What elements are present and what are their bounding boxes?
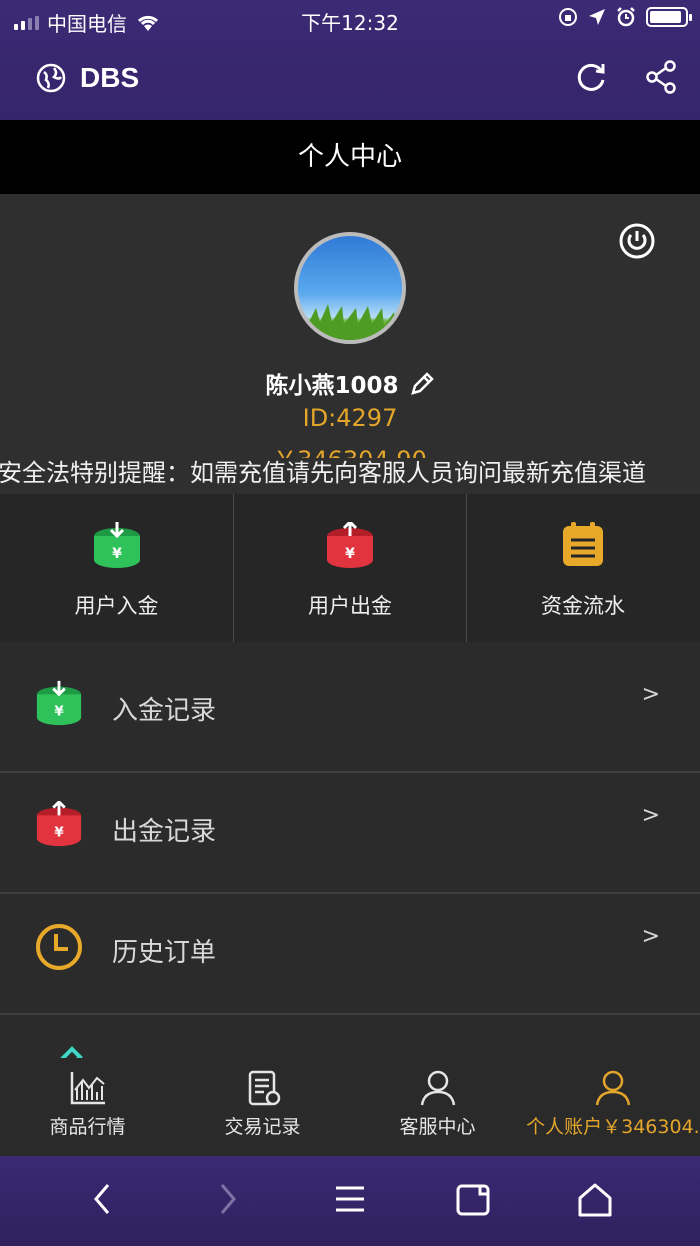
person-icon <box>595 1070 630 1106</box>
tab-label: 客服中心 <box>399 1116 476 1138</box>
username: 陈小燕1008 <box>265 373 399 399</box>
chart-icon <box>70 1072 105 1105</box>
menu-label: 出金记录 <box>112 817 217 847</box>
app-bar: DBS <box>0 48 700 112</box>
profile-card: 陈小燕1008 ID:4297 ￥346304.90 安全法特别提醒：如需充值请… <box>0 194 700 494</box>
ledger-icon <box>563 522 603 566</box>
marquee-notice: 安全法特别提醒：如需充值请先向客服人员询问最新充值渠道 <box>0 458 700 488</box>
refresh-icon[interactable] <box>574 60 608 94</box>
clock-icon <box>36 924 82 970</box>
menu-item-deposit-records[interactable]: ¥ 入金记录 > <box>0 652 700 773</box>
battery-icon <box>646 7 692 27</box>
home-icon[interactable] <box>576 1182 614 1218</box>
bottom-tab-bar: 商品行情 交易记录 客服中心 个人账户￥346304.90 <box>0 1058 700 1156</box>
location-icon <box>589 9 605 25</box>
withdraw-icon: ¥ <box>327 522 373 568</box>
quick-actions: ¥ 用户入金 ¥ 用户出金 资金流水 <box>0 494 700 642</box>
menu-label: 历史订单 <box>112 938 217 968</box>
tab-market[interactable]: 商品行情 <box>0 1058 175 1156</box>
tab-label: 商品行情 <box>49 1116 126 1138</box>
tab-label: 个人账户￥346304.90 <box>526 1116 700 1138</box>
person-icon <box>420 1070 455 1106</box>
tab-label: 交易记录 <box>224 1116 301 1138</box>
svg-text:¥: ¥ <box>54 705 64 720</box>
svg-text:¥: ¥ <box>345 546 355 562</box>
deposit-label: 用户入金 <box>74 594 159 618</box>
tab-customer-service[interactable]: 客服中心 <box>350 1058 525 1156</box>
tab-personal-account[interactable]: 个人账户￥346304.90 <box>525 1058 700 1156</box>
document-icon <box>248 1070 280 1106</box>
withdraw-button[interactable]: ¥ 用户出金 <box>233 494 466 642</box>
menu-item-withdraw-records[interactable]: ¥ 出金记录 > <box>0 773 700 894</box>
menu-label: 入金记录 <box>112 696 217 726</box>
chevron-right-icon: > <box>641 682 660 707</box>
deposit-icon: ¥ <box>93 522 140 568</box>
app-name: DBS <box>80 62 140 93</box>
forward-icon[interactable] <box>216 1182 240 1216</box>
menu-list: ¥ 入金记录 > ¥ 出金记录 > 历史订单 > <box>0 652 700 1058</box>
globe-icon[interactable] <box>36 63 66 93</box>
status-bar: 中国电信 下午12:32 <box>0 0 700 40</box>
chevron-right-icon: > <box>641 924 660 949</box>
withdraw-icon: ¥ <box>36 801 82 847</box>
chevron-right-icon: > <box>641 803 660 828</box>
edit-pencil-icon[interactable] <box>409 371 435 397</box>
fund-flow-label: 资金流水 <box>541 594 625 618</box>
svg-text:¥: ¥ <box>112 546 122 562</box>
deposit-icon: ¥ <box>36 680 82 726</box>
alarm-icon <box>617 7 635 27</box>
tab-trade-records[interactable]: 交易记录 <box>175 1058 350 1156</box>
fund-flow-button[interactable]: 资金流水 <box>466 494 699 642</box>
app-header: 中国电信 下午12:32 DBS <box>0 0 700 120</box>
withdraw-label: 用户出金 <box>308 594 392 618</box>
rotation-lock-icon <box>559 8 577 26</box>
tabs-icon[interactable] <box>456 1182 492 1216</box>
menu-icon[interactable] <box>334 1182 366 1216</box>
svg-text:¥: ¥ <box>54 826 64 841</box>
browser-nav-bar <box>0 1156 700 1246</box>
user-id: ID:4297 <box>302 404 398 432</box>
menu-item-partial[interactable] <box>0 1015 700 1058</box>
page-title: 个人中心 <box>0 120 700 194</box>
menu-item-order-history[interactable]: 历史订单 > <box>0 894 700 1015</box>
avatar[interactable] <box>294 232 406 344</box>
deposit-button[interactable]: ¥ 用户入金 <box>0 494 233 642</box>
back-icon[interactable] <box>90 1182 114 1216</box>
share-icon[interactable] <box>644 60 678 94</box>
logout-power-icon[interactable] <box>618 222 656 260</box>
pencil-icon <box>60 1046 83 1058</box>
